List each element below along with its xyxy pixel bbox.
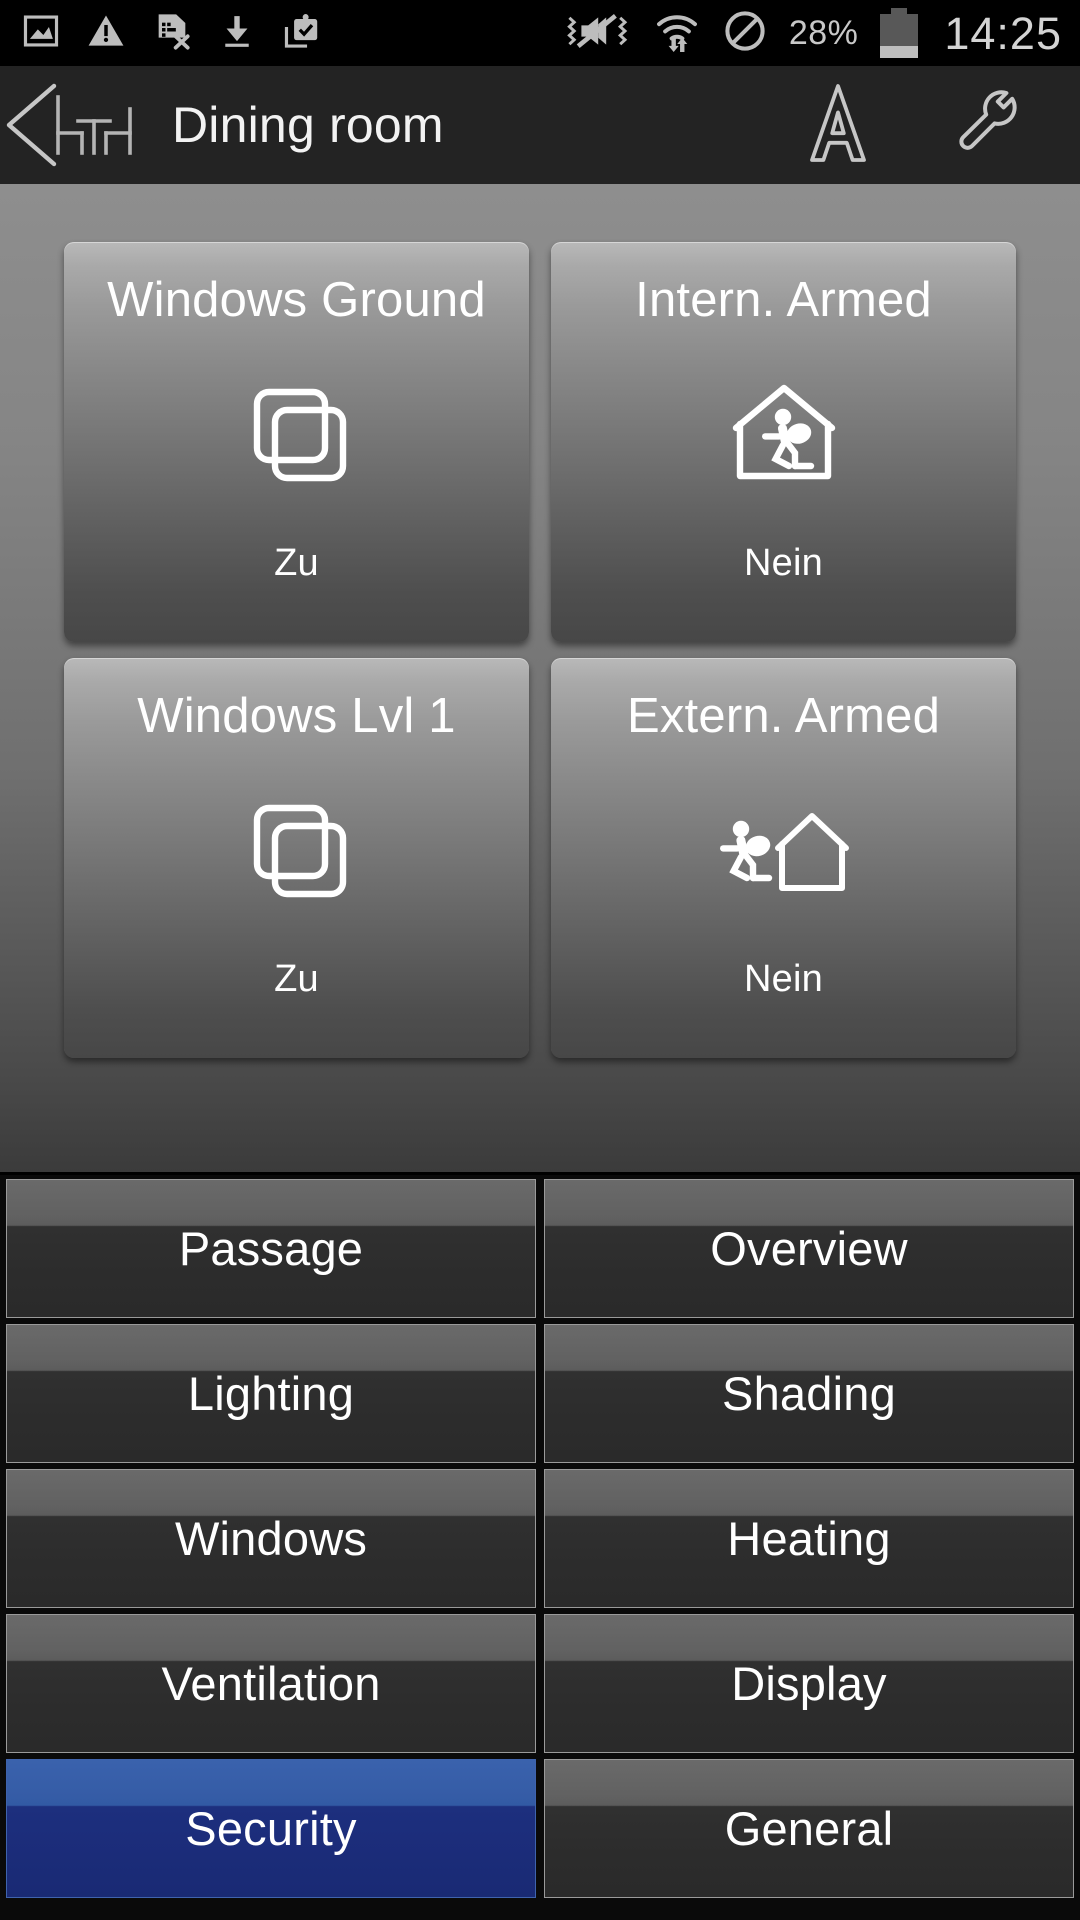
tile-value: Zu [274, 542, 319, 584]
vibrate-mute-icon [566, 11, 631, 56]
nav-item-passage[interactable]: Passage [6, 1179, 536, 1318]
wifi-data-icon [653, 10, 701, 57]
nav-item-label: Windows [174, 1512, 368, 1565]
tile-title: Windows Ground [107, 273, 486, 327]
clipboard-check-icon [282, 12, 322, 55]
page-title: Dining room [172, 97, 444, 153]
status-bar-right-icons: 28% 14:25 [566, 7, 1080, 59]
nav-grid: Passage Overview Lighting Shading Window… [0, 1175, 1080, 1898]
tile-windows-ground[interactable]: Windows Ground Zu [64, 242, 529, 642]
tile-grid: Windows Ground Zu Intern. Armed Nein Win… [64, 242, 1016, 1058]
nav-item-label: Display [731, 1657, 887, 1710]
download-icon [218, 12, 256, 55]
nav-item-label: Passage [178, 1222, 364, 1275]
battery-percent-label: 28% [788, 14, 859, 52]
tile-title: Extern. Armed [626, 689, 941, 743]
nav-item-general[interactable]: General [544, 1759, 1074, 1898]
status-bar-left-icons [0, 11, 322, 56]
nav-item-display[interactable]: Display [544, 1614, 1074, 1753]
nav-item-label: Heating [727, 1512, 891, 1565]
nav-item-label: General [724, 1802, 894, 1855]
nav-item-security[interactable]: Security [6, 1759, 536, 1898]
font-size-a-icon[interactable] [807, 80, 869, 171]
status-bar: 28% 14:25 [0, 0, 1080, 66]
wrench-icon[interactable] [949, 88, 1025, 163]
nav-item-lighting[interactable]: Lighting [6, 1324, 536, 1463]
house-person-outside-icon [551, 735, 1016, 960]
do-not-disturb-icon [723, 9, 767, 58]
tile-title: Intern. Armed [635, 273, 932, 327]
tile-intern-armed[interactable]: Intern. Armed Nein [551, 242, 1016, 642]
tile-value: Nein [744, 958, 823, 1000]
nav-item-label: Security [185, 1802, 357, 1855]
house-person-inside-icon [551, 319, 1016, 544]
nav-item-label: Overview [710, 1222, 908, 1275]
battery-icon [880, 8, 919, 58]
warning-icon [86, 12, 126, 55]
nav-item-label: Lighting [187, 1367, 355, 1420]
app-screen: 28% 14:25 Dining room Windows Ground Zu … [0, 0, 1080, 1920]
tile-title: Windows Lvl 1 [137, 689, 456, 743]
nav-item-label: Shading [722, 1367, 896, 1420]
sim-card-error-icon [152, 11, 192, 56]
nav-item-overview[interactable]: Overview [544, 1179, 1074, 1318]
bottom-navigation: Passage Overview Lighting Shading Window… [0, 1175, 1080, 1920]
windows-stack-icon [64, 735, 529, 960]
nav-item-windows[interactable]: Windows [6, 1469, 536, 1608]
title-bar: Dining room [0, 66, 1080, 185]
hth-logo-icon[interactable] [50, 89, 150, 161]
tile-value: Nein [744, 542, 823, 584]
nav-item-label: Ventilation [161, 1657, 381, 1710]
windows-stack-icon [64, 319, 529, 544]
image-icon [22, 12, 60, 55]
nav-item-shading[interactable]: Shading [544, 1324, 1074, 1463]
tile-content-area: Windows Ground Zu Intern. Armed Nein Win… [0, 184, 1080, 1175]
clock-label: 14:25 [944, 7, 1062, 59]
tile-extern-armed[interactable]: Extern. Armed Nein [551, 658, 1016, 1058]
tile-windows-lvl-1[interactable]: Windows Lvl 1 Zu [64, 658, 529, 1058]
title-bar-actions [807, 80, 1080, 171]
tile-value: Zu [274, 958, 319, 1000]
nav-item-ventilation[interactable]: Ventilation [6, 1614, 536, 1753]
nav-item-heating[interactable]: Heating [544, 1469, 1074, 1608]
